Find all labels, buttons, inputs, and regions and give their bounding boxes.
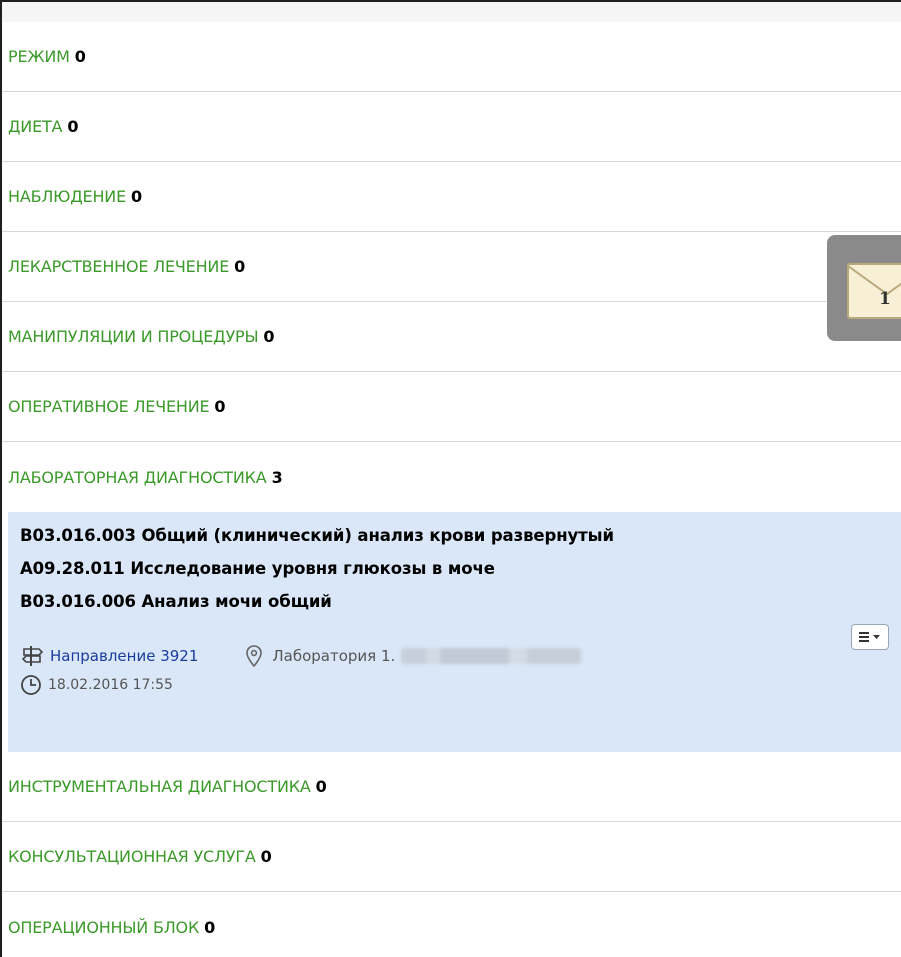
service-item: B03.016.006 Анализ мочи общий [20, 592, 332, 611]
section-label[interactable]: ИНСТРУМЕНТАЛЬНАЯ ДИАГНОСТИКА [8, 777, 311, 796]
section-instrumental-diagnostics[interactable]: ИНСТРУМЕНТАЛЬНАЯ ДИАГНОСТИКА 0 [2, 752, 901, 822]
section-count: 0 [234, 257, 246, 276]
section-count: 0 [67, 117, 79, 136]
section-label[interactable]: КОНСУЛЬТАЦИОННАЯ УСЛУГА [8, 847, 256, 866]
service-item: A09.28.011 Исследование уровня глюкозы в… [20, 559, 495, 578]
redacted-text [401, 648, 582, 664]
envelope-icon [847, 263, 901, 319]
section-label[interactable]: МАНИПУЛЯЦИИ И ПРОЦЕДУРЫ [8, 327, 259, 346]
section-label[interactable]: НАБЛЮДЕНИЕ [8, 187, 126, 206]
actions-menu-button[interactable] [851, 624, 889, 650]
section-surgical-treatment[interactable]: ОПЕРАТИВНОЕ ЛЕЧЕНИЕ 0 [2, 372, 901, 442]
section-label[interactable]: ОПЕРАЦИОННЫЙ БЛОК [8, 918, 199, 937]
section-count: 0 [74, 47, 86, 66]
section-count: 0 [214, 397, 226, 416]
section-count: 3 [271, 467, 283, 487]
section-drug-treatment[interactable]: ЛЕКАРСТВЕННОЕ ЛЕЧЕНИЕ 0 [2, 232, 901, 302]
laboratory-name: Лаборатория 1. [272, 647, 396, 665]
clock-icon [21, 675, 41, 695]
section-operating-block[interactable]: ОПЕРАЦИОННЫЙ БЛОК 0 [2, 892, 901, 957]
location-pin-icon [246, 645, 263, 668]
section-count: 0 [204, 917, 216, 937]
section-observation[interactable]: НАБЛЮДЕНИЕ 0 [2, 162, 901, 232]
list-chevron-icon [859, 632, 880, 642]
section-count: 0 [263, 327, 275, 346]
direction-link[interactable]: Направление 3921 [50, 647, 198, 665]
datetime: 18.02.2016 17:55 [48, 677, 173, 693]
prescription-panel: РЕЖИМ 0 ДИЕТА 0 НАБЛЮДЕНИЕ 0 ЛЕКАРСТВЕНН… [0, 0, 901, 957]
section-lab-diagnostics[interactable]: ЛАБОРАТОРНАЯ ДИАГНОСТИКА 3 [2, 442, 901, 512]
section-regime[interactable]: РЕЖИМ 0 [2, 22, 901, 92]
section-label[interactable]: ЛЕКАРСТВЕННОЕ ЛЕЧЕНИЕ [8, 257, 229, 276]
service-item: B03.016.003 Общий (клинический) анализ к… [20, 526, 614, 545]
section-count: 0 [315, 777, 327, 796]
section-count: 0 [260, 847, 272, 866]
section-label[interactable]: ЛАБОРАТОРНАЯ ДИАГНОСТИКА [8, 468, 267, 487]
top-strip [2, 2, 901, 22]
section-label[interactable]: ОПЕРАТИВНОЕ ЛЕЧЕНИЕ [8, 397, 210, 416]
section-manipulations[interactable]: МАНИПУЛЯЦИИ И ПРОЦЕДУРЫ 0 [2, 302, 901, 372]
section-label[interactable]: ДИЕТА [8, 117, 63, 136]
meta-row: Направление 3921 Лаборатория 1. [20, 644, 582, 668]
lab-details-card: B03.016.003 Общий (клинический) анализ к… [8, 512, 901, 752]
notification-widget[interactable]: 1 [827, 235, 901, 341]
section-consultation[interactable]: КОНСУЛЬТАЦИОННАЯ УСЛУГА 0 [2, 822, 901, 892]
section-count: 0 [130, 187, 142, 206]
section-diet[interactable]: ДИЕТА 0 [2, 92, 901, 162]
time-row: 18.02.2016 17:55 [20, 674, 173, 696]
signpost-icon [21, 646, 44, 666]
section-label[interactable]: РЕЖИМ [8, 47, 70, 66]
notification-count: 1 [879, 289, 891, 309]
